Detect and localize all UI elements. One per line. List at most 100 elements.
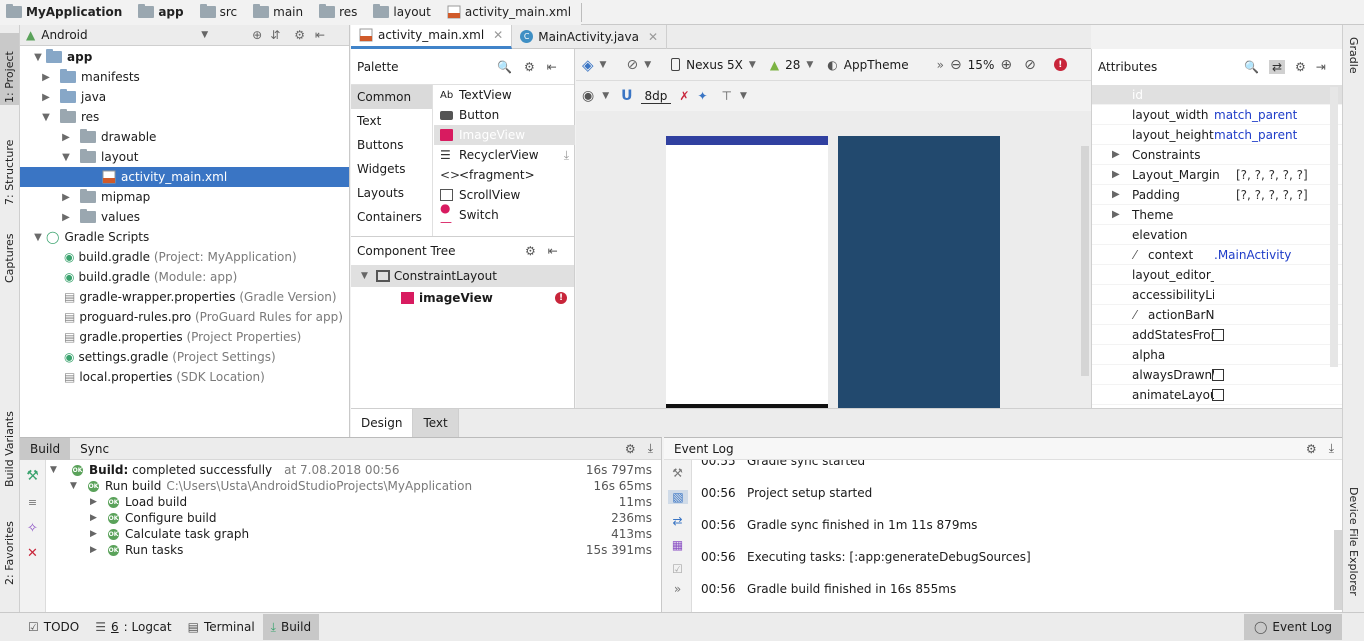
toggle-view-icon[interactable]: ⇄ xyxy=(1268,60,1286,74)
hide-panel-icon[interactable]: ⇥ xyxy=(1316,60,1326,74)
build-row-run-tasks[interactable]: ▶ OK Run tasks 15s 391ms xyxy=(50,542,658,558)
tab-main-activity-java[interactable]: C MainActivity.java ✕ xyxy=(512,24,668,49)
hide-panel-icon[interactable]: ⇤ xyxy=(547,60,557,74)
hide-panel-icon[interactable]: ⇤ xyxy=(315,28,325,42)
clear-constraints-icon[interactable]: ✗ xyxy=(679,89,689,103)
tab-activity-main-xml[interactable]: activity_main.xml ✕ xyxy=(351,24,513,49)
tree-item-activity-main[interactable]: activity_main.xml xyxy=(20,167,349,187)
build-row-load-build[interactable]: ▶ OK Load build 11ms xyxy=(50,494,658,510)
settings-gear-icon[interactable]: ⚙ xyxy=(1295,60,1306,74)
attr-row-constraints[interactable]: ▶ Constraints xyxy=(1092,145,1342,165)
layers-icon[interactable]: ◈ xyxy=(582,56,594,74)
event-log-scrollbar[interactable] xyxy=(1334,530,1342,610)
tool-tab-gradle[interactable]: Gradle xyxy=(1347,37,1360,74)
tool-tab-device-file-explorer[interactable]: Device File Explorer xyxy=(1347,487,1360,596)
palette-category-containers[interactable]: Containers xyxy=(351,205,432,229)
api-level-selector[interactable]: 28 xyxy=(785,58,800,72)
tree-item-layout[interactable]: ▼ layout xyxy=(20,147,349,167)
attr-row-accessibility[interactable]: accessibilityLiv xyxy=(1092,285,1342,305)
attr-row-context[interactable]: ⁄ context .MainActivity xyxy=(1092,245,1342,265)
tool-button-logcat[interactable]: ☰ 6: Logcat xyxy=(87,614,179,640)
palette-item-scrollview[interactable]: ScrollView xyxy=(434,185,575,205)
tree-item-values[interactable]: ▶ values xyxy=(20,207,349,227)
tree-item-proguard[interactable]: ▤ proguard-rules.pro (ProGuard Rules for … xyxy=(20,307,349,327)
breadcrumb-src[interactable]: src xyxy=(193,0,248,25)
breadcrumb-layout[interactable]: layout xyxy=(367,0,443,25)
settings-gear-icon[interactable]: ⚙ xyxy=(1306,442,1317,456)
hide-panel-icon[interactable]: ⤓ xyxy=(648,441,653,456)
close-icon[interactable]: ✕ xyxy=(20,546,45,561)
tree-item-manifests[interactable]: ▶ manifests xyxy=(20,67,349,87)
hide-panel-icon[interactable]: ⇤ xyxy=(548,244,558,258)
checkbox[interactable] xyxy=(1212,388,1224,401)
tree-item-gradle-properties[interactable]: ▤ gradle.properties (Project Properties) xyxy=(20,327,349,347)
tool-tab-favorites[interactable]: 2: Favorites xyxy=(3,521,16,585)
attr-row-actionbar[interactable]: ⁄actionBarNa xyxy=(1092,305,1342,325)
zoom-out-icon[interactable]: ⊖ xyxy=(950,57,962,73)
download-icon[interactable]: ⤓ xyxy=(564,148,569,163)
attr-row-alwaysdrawn[interactable]: alwaysDrawnW xyxy=(1092,365,1342,385)
tree-item-app[interactable]: ▼ app xyxy=(20,47,349,67)
tree-item-gradle-scripts[interactable]: ▼ ◯ Gradle Scripts xyxy=(20,227,349,247)
theme-selector[interactable]: AppTheme xyxy=(844,58,909,72)
palette-item-fragment[interactable]: <> <fragment> xyxy=(434,165,575,185)
palette-item-imageview[interactable]: ImageView xyxy=(434,125,575,145)
palette-category-layouts[interactable]: Layouts xyxy=(351,181,432,205)
palette-category-widgets[interactable]: Widgets xyxy=(351,157,432,181)
breadcrumb-res[interactable]: res xyxy=(313,0,369,25)
attr-row-elevation[interactable]: elevation xyxy=(1092,225,1342,245)
attributes-scrollbar[interactable] xyxy=(1330,87,1338,367)
error-icon[interactable]: ! xyxy=(1053,58,1067,71)
build-row-task-graph[interactable]: ▶ OK Calculate task graph 413ms xyxy=(50,526,658,542)
chevron-down-icon[interactable]: ▼ xyxy=(740,91,747,101)
palette-category-buttons[interactable]: Buttons xyxy=(351,133,432,157)
palette-item-switch[interactable]: ●— Switch xyxy=(434,201,575,229)
palette-item-button[interactable]: Button xyxy=(434,105,575,125)
more-icon[interactable]: » xyxy=(937,58,944,72)
tree-item-mipmap[interactable]: ▶ mipmap xyxy=(20,187,349,207)
blueprint-preview-phone[interactable] xyxy=(838,136,1000,408)
search-icon[interactable]: 🔍 xyxy=(1244,60,1259,74)
attr-row-alpha[interactable]: alpha xyxy=(1092,345,1342,365)
chevron-down-icon[interactable]: ▼ xyxy=(600,60,607,70)
chevron-down-icon[interactable]: ▼ xyxy=(806,60,813,70)
infer-constraints-icon[interactable]: ✦ xyxy=(697,89,707,103)
tree-node-constraintlayout[interactable]: ▼ ConstraintLayout xyxy=(351,265,574,287)
breadcrumb-file[interactable]: activity_main.xml xyxy=(440,0,583,25)
tab-design[interactable]: Design xyxy=(351,409,414,437)
attr-row-layout-width[interactable]: layout_width match_parent xyxy=(1092,105,1342,125)
tab-build[interactable]: Build xyxy=(20,437,71,460)
tool-button-event-log[interactable]: ◯ Event Log xyxy=(1243,614,1342,640)
checkbox[interactable] xyxy=(1212,328,1224,341)
default-margin[interactable]: 8dp xyxy=(640,89,672,104)
attr-row-animatelayout[interactable]: animateLayout xyxy=(1092,385,1342,405)
error-icon[interactable]: ! xyxy=(555,292,567,304)
palette-item-textview[interactable]: Ab TextView xyxy=(434,85,575,105)
tool-button-terminal[interactable]: ▤ Terminal xyxy=(180,614,263,640)
tree-item-build-gradle-project[interactable]: ◉ build.gradle (Project: MyApplication) xyxy=(20,247,349,267)
breadcrumb-project[interactable]: MyApplication xyxy=(0,0,134,25)
checkbox[interactable] xyxy=(1212,368,1224,381)
build-row-root[interactable]: ▼ OK Build: completed successfully at 7.08.… xyxy=(50,462,658,478)
attr-row-padding[interactable]: ▶ Padding [?, ?, ?, ?, ?] xyxy=(1092,185,1342,205)
close-tab-icon[interactable]: ✕ xyxy=(648,30,658,44)
build-row-configure-build[interactable]: ▶ OK Configure build 236ms xyxy=(50,510,658,526)
tree-item-local-properties[interactable]: ▤ local.properties (SDK Location) xyxy=(20,367,349,387)
attr-row-layout-editor[interactable]: layout_editor_a xyxy=(1092,265,1342,285)
breadcrumb-app[interactable]: app xyxy=(132,0,195,25)
tree-item-build-gradle-module[interactable]: ◉ build.gradle (Module: app) xyxy=(20,267,349,287)
breadcrumb-main[interactable]: main xyxy=(247,0,315,25)
settings-gear-icon[interactable]: ⚙ xyxy=(294,28,305,42)
tree-item-gradle-wrapper[interactable]: ▤ gradle-wrapper.properties (Gradle Versi… xyxy=(20,287,349,307)
zoom-in-icon[interactable]: ⊕ xyxy=(1000,57,1012,73)
design-preview-phone[interactable] xyxy=(666,136,828,408)
toggle-view-icon[interactable]: ≡ xyxy=(20,496,45,509)
collapse-all-icon[interactable]: ⇵ xyxy=(270,28,280,42)
tree-item-java[interactable]: ▶ java xyxy=(20,87,349,107)
tool-button-build[interactable]: ⤓ Build xyxy=(262,614,320,640)
tree-item-settings-gradle[interactable]: ◉ settings.gradle (Project Settings) xyxy=(20,347,349,367)
eye-icon[interactable]: ◉ xyxy=(582,88,594,104)
tool-tab-captures[interactable]: Captures xyxy=(3,234,16,283)
build-hammer-icon[interactable]: ⚒ xyxy=(20,468,45,484)
chevron-down-icon[interactable]: ▼ xyxy=(602,91,609,101)
